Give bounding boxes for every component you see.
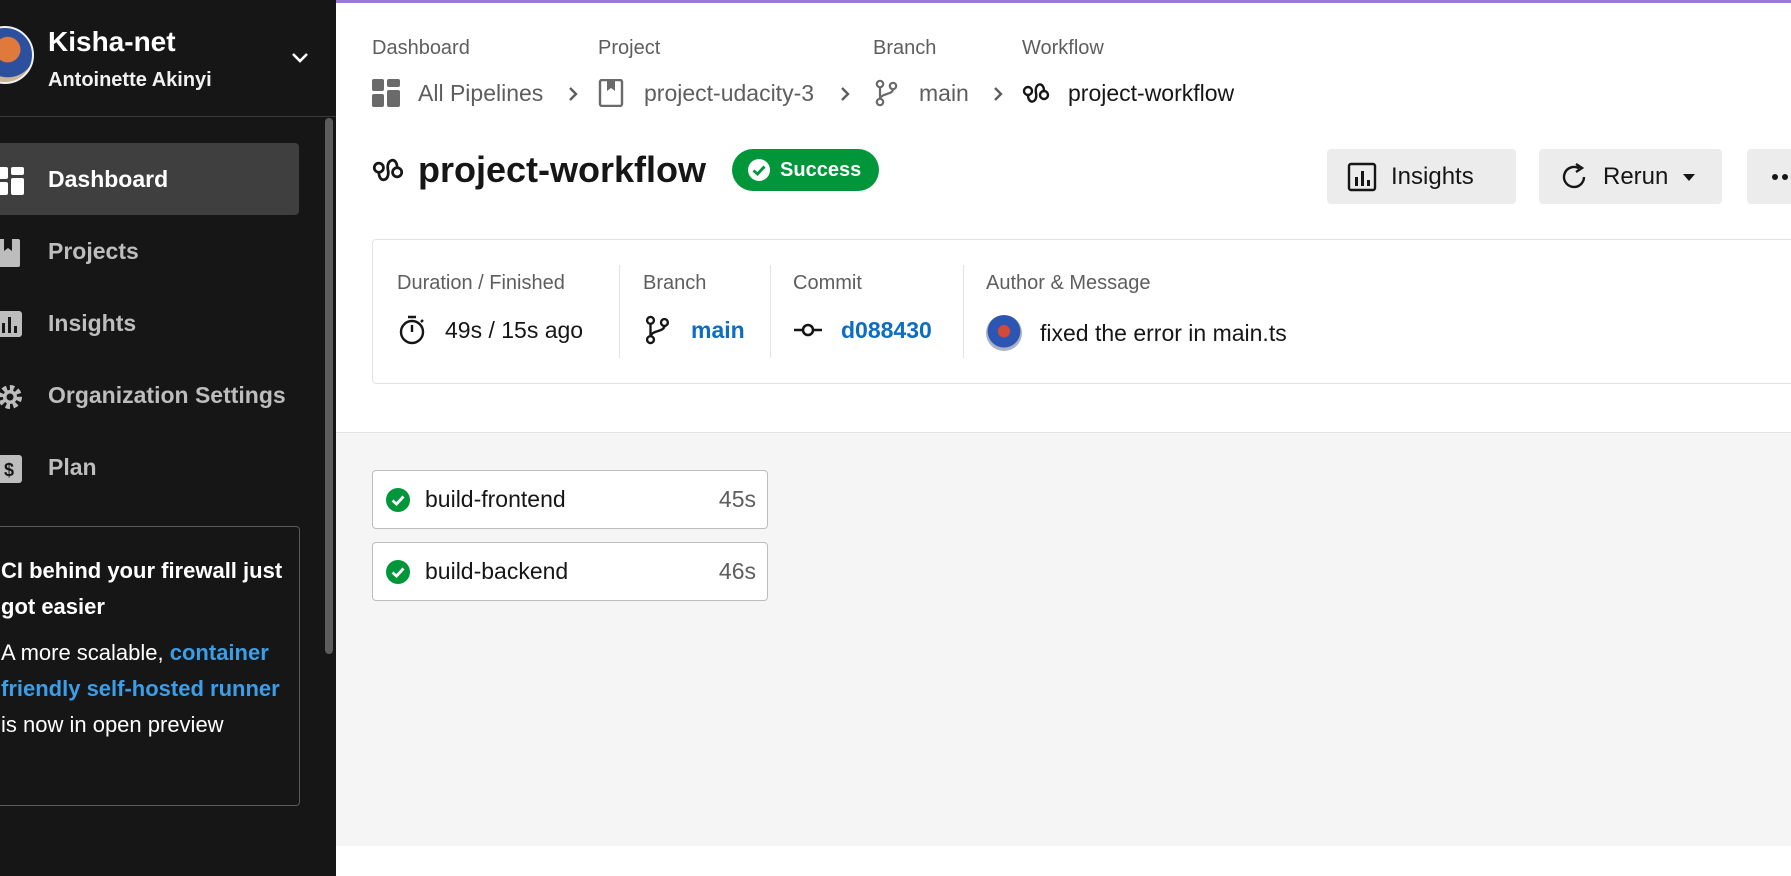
- sidebar-item-organization-settings[interactable]: Organization Settings: [0, 359, 299, 431]
- insights-button-label: Insights: [1391, 162, 1474, 190]
- check-circle-icon: [386, 487, 410, 512]
- stopwatch-icon: [399, 315, 425, 345]
- bar-chart-icon: [0, 311, 22, 337]
- breadcrumb-caption: Branch: [873, 37, 937, 59]
- chevron-right-icon: [841, 87, 850, 101]
- sidebar-item-label: Projects: [48, 237, 139, 264]
- breadcrumb-label: All Pipelines: [418, 79, 544, 106]
- rerun-button-label: Rerun: [1603, 162, 1669, 190]
- sidebar-item-plan[interactable]: $ Plan: [0, 431, 299, 503]
- promo-text: A more scalable,: [1, 640, 170, 665]
- sidebar-item-dashboard[interactable]: Dashboard: [0, 143, 299, 215]
- caret-down-icon: [1683, 173, 1696, 181]
- page-title: project-workflow: [418, 149, 707, 190]
- workflow-graph: build-frontend 45s build-backend 46s: [336, 432, 1791, 846]
- duration-caption: Duration / Finished: [397, 272, 565, 294]
- org-switcher[interactable]: Kisha-net Antoinette Akinyi: [0, 0, 336, 117]
- dashboard-icon: [372, 79, 400, 107]
- breadcrumb-caption: Workflow: [1022, 37, 1104, 59]
- job-name: build-backend: [425, 558, 569, 584]
- workflow-summary: Duration / Finished 49s / 15s ago Branch…: [372, 239, 1791, 384]
- commit-link[interactable]: d088430: [841, 317, 932, 344]
- org-name: Kisha-net: [48, 26, 176, 57]
- bookmark-icon: [0, 239, 20, 267]
- refresh-icon: [1562, 162, 1586, 188]
- breadcrumb-label: main: [919, 79, 969, 106]
- main-content: Dashboard All Pipelines Project project-…: [336, 3, 1791, 876]
- duration-value: 49s / 15s ago: [397, 315, 583, 345]
- workflow-icon: [372, 158, 404, 182]
- gear-icon: [0, 385, 22, 409]
- branch-icon: [645, 315, 670, 345]
- breadcrumb-workflow: project-workflow: [1022, 79, 1234, 107]
- more-icon: [1772, 173, 1788, 180]
- dashboard-icon: [0, 167, 24, 195]
- more-options-button[interactable]: [1747, 149, 1791, 204]
- status-badge: Success: [732, 149, 880, 191]
- duration-text: 49s / 15s ago: [445, 316, 584, 343]
- job-build-backend[interactable]: build-backend 46s: [372, 542, 768, 601]
- breadcrumb-all-pipelines[interactable]: All Pipelines: [372, 79, 543, 107]
- sidebar-item-projects[interactable]: Projects: [0, 215, 299, 287]
- sidebar-item-label: Dashboard: [48, 165, 169, 192]
- sidebar-item-label: Organization Settings: [48, 381, 286, 408]
- branch-caption: Branch: [643, 272, 707, 294]
- chevron-right-icon: [994, 87, 1003, 101]
- chevron-down-icon[interactable]: [288, 46, 312, 70]
- breadcrumb-caption: Project: [598, 37, 661, 59]
- check-circle-icon: [386, 559, 410, 584]
- job-duration: 46s: [718, 558, 756, 584]
- svg-text:$: $: [4, 460, 14, 480]
- author-message: fixed the error in main.ts: [986, 315, 1287, 351]
- user-name: Antoinette Akinyi: [48, 69, 212, 91]
- breadcrumb-project[interactable]: project-udacity-3: [598, 79, 814, 107]
- job-name: build-frontend: [425, 486, 566, 512]
- dollar-icon: $: [0, 455, 22, 483]
- breadcrumb-caption: Dashboard: [372, 37, 470, 59]
- sidebar: Kisha-net Antoinette Akinyi Dashboard Pr…: [0, 0, 336, 876]
- job-duration: 45s: [718, 486, 756, 512]
- promo-text: is now in open preview: [1, 712, 224, 737]
- commit-icon: [794, 323, 822, 337]
- commit-value[interactable]: d088430: [793, 315, 932, 345]
- sidebar-item-label: Plan: [48, 453, 97, 480]
- author-avatar: [986, 315, 1022, 351]
- chevron-right-icon: [569, 87, 578, 101]
- branch-link[interactable]: main: [691, 317, 745, 344]
- branch-value[interactable]: main: [643, 315, 745, 345]
- commit-caption: Commit: [793, 272, 862, 294]
- branch-icon: [875, 79, 898, 107]
- org-avatar: [0, 26, 34, 84]
- promo-card: CI behind your firewall just got easier …: [0, 526, 300, 806]
- status-label: Success: [780, 158, 862, 181]
- breadcrumb-branch[interactable]: main: [873, 79, 969, 107]
- author-caption: Author & Message: [986, 272, 1151, 294]
- sidebar-scrollbar[interactable]: [325, 118, 333, 654]
- breadcrumb-label: project-workflow: [1068, 79, 1235, 106]
- sidebar-item-label: Insights: [48, 309, 137, 336]
- promo-body: A more scalable, container friendly self…: [1, 635, 291, 743]
- page-header: project-workflow Success: [372, 149, 880, 191]
- sidebar-item-insights[interactable]: Insights: [0, 287, 299, 359]
- commit-message: fixed the error in main.ts: [1040, 319, 1287, 346]
- promo-title: CI behind your firewall just got easier: [1, 558, 283, 619]
- rerun-button[interactable]: Rerun: [1539, 149, 1722, 204]
- workflow-icon: [1022, 83, 1050, 103]
- check-circle-icon: [748, 159, 771, 181]
- insights-button[interactable]: Insights: [1327, 149, 1516, 204]
- job-build-frontend[interactable]: build-frontend 45s: [372, 470, 768, 529]
- bar-chart-icon: [1347, 162, 1377, 191]
- bookmark-icon: [598, 79, 624, 107]
- breadcrumb-label: project-udacity-3: [644, 79, 815, 106]
